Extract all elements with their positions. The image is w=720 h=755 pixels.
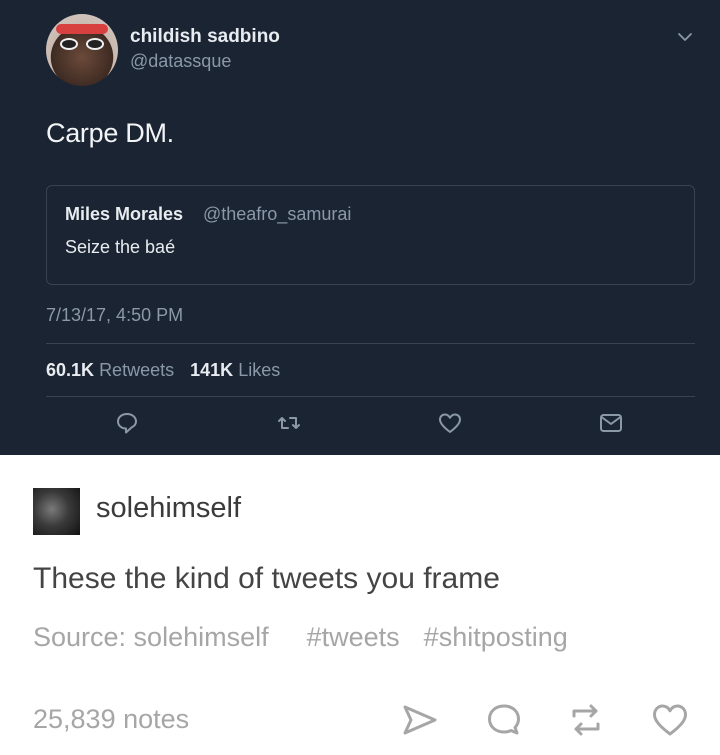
- likes-label[interactable]: Likes: [238, 360, 280, 380]
- tag-link[interactable]: #shitposting: [424, 622, 568, 652]
- tweet-timestamp[interactable]: 7/13/17, 4:50 PM: [46, 305, 183, 326]
- headband-shape: [56, 24, 108, 34]
- retweets-count[interactable]: 60.1K: [46, 360, 94, 380]
- tweet-text: Carpe DM.: [46, 118, 174, 148]
- tag-link[interactable]: #tweets: [307, 622, 400, 652]
- tweet-author-avatar[interactable]: [46, 14, 118, 86]
- quoted-author-handle: @theafro_samurai: [203, 204, 352, 224]
- quoted-tweet[interactable]: Miles Morales @theafro_samurai Seize the…: [46, 185, 695, 285]
- blog-username[interactable]: solehimself: [96, 492, 241, 525]
- like-icon[interactable]: [650, 700, 690, 740]
- divider: [46, 343, 695, 344]
- quoted-tweet-text: Seize the baé: [65, 237, 176, 257]
- share-icon[interactable]: [400, 700, 440, 740]
- notes-count[interactable]: 25,839 notes: [33, 704, 189, 735]
- tweet-stats: 60.1K Retweets 141K Likes: [46, 360, 280, 381]
- blog-avatar[interactable]: [33, 488, 80, 535]
- divider: [46, 396, 695, 397]
- reply-icon[interactable]: [114, 410, 140, 436]
- tweet-author-handle[interactable]: @datassque: [130, 51, 231, 72]
- retweets-label[interactable]: Retweets: [99, 360, 174, 380]
- likes-count[interactable]: 141K: [190, 360, 233, 380]
- post-text: These the kind of tweets you frame: [33, 562, 500, 595]
- source-link[interactable]: Source: solehimself: [33, 622, 269, 652]
- retweet-icon[interactable]: [276, 410, 302, 436]
- quoted-author-name: Miles Morales: [65, 204, 184, 224]
- like-icon[interactable]: [437, 410, 463, 436]
- embedded-tweet: childish sadbino @datassque Carpe DM. Mi…: [0, 0, 720, 455]
- reblog-icon[interactable]: [566, 700, 606, 740]
- tweet-author-name[interactable]: childish sadbino: [130, 26, 280, 48]
- reply-icon[interactable]: [484, 700, 524, 740]
- direct-message-icon[interactable]: [598, 410, 624, 436]
- chevron-down-icon[interactable]: [676, 28, 694, 46]
- post-meta-row: Source: solehimself #tweets #shitposting: [33, 622, 568, 653]
- glasses-shape: [60, 38, 104, 50]
